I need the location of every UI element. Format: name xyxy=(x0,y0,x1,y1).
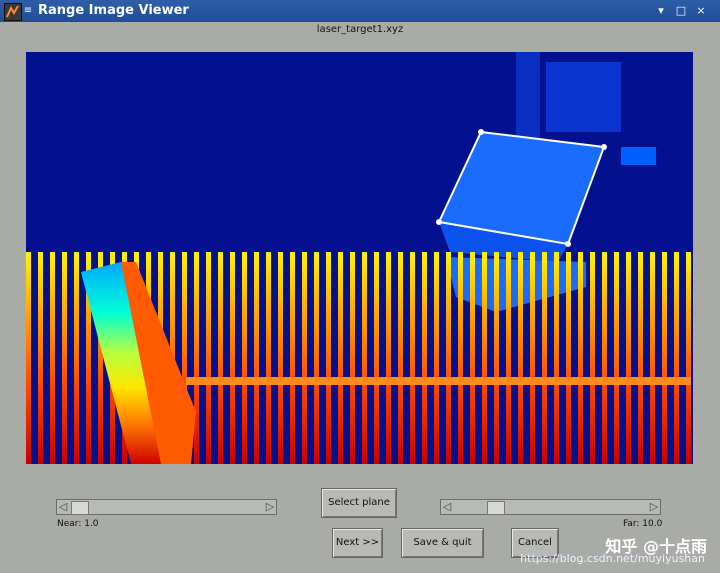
close-icon[interactable]: × xyxy=(694,4,708,18)
near-label: Near: 1.0 xyxy=(57,519,99,529)
far-slider-thumb[interactable] xyxy=(487,501,505,515)
selection-handle[interactable] xyxy=(601,144,607,150)
range-image-panel[interactable] xyxy=(26,52,693,464)
watermark-line2: https://blog.csdn.net/muyiyushan xyxy=(520,552,705,565)
matlab-icon[interactable] xyxy=(4,3,22,21)
far-label: Far: 10.0 xyxy=(623,519,663,529)
title-bar[interactable]: ≡ Range Image Viewer ▾ □ × xyxy=(0,0,720,22)
file-name-label: laser_target1.xyz xyxy=(316,24,404,35)
select-plane-button[interactable]: Select plane xyxy=(321,488,397,518)
maximize-icon[interactable]: □ xyxy=(674,4,688,18)
chevron-left-icon[interactable]: ◁ xyxy=(441,500,453,514)
watermark: 知乎 @十点雨 https://blog.csdn.net/muyiyushan xyxy=(505,533,715,569)
near-slider-thumb[interactable] xyxy=(71,501,89,515)
save-and-quit-button[interactable]: Save & quit xyxy=(401,528,484,558)
selection-handle[interactable] xyxy=(478,129,484,135)
selection-handle[interactable] xyxy=(565,241,571,247)
next-button[interactable]: Next >> xyxy=(332,528,383,558)
range-image[interactable] xyxy=(26,52,693,464)
chevron-right-icon[interactable]: ▷ xyxy=(648,500,660,514)
chevron-right-icon[interactable]: ▷ xyxy=(264,500,276,514)
chevron-left-icon[interactable]: ◁ xyxy=(57,500,69,514)
near-slider[interactable]: ◁ ▷ xyxy=(56,499,277,515)
range-image-viewer-window: ≡ Range Image Viewer ▾ □ × laser_target1… xyxy=(0,0,720,573)
minimize-icon[interactable]: ▾ xyxy=(654,4,668,18)
far-slider[interactable]: ◁ ▷ xyxy=(440,499,661,515)
window-menu-icon[interactable]: ≡ xyxy=(22,5,34,17)
window-title: Range Image Viewer xyxy=(38,3,189,18)
selection-handle[interactable] xyxy=(436,219,442,225)
